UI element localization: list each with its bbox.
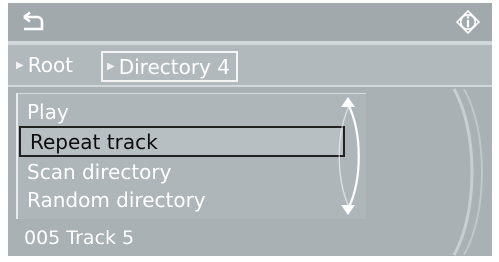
controller-arc-decoration (452, 88, 483, 256)
divider (8, 85, 492, 87)
now-playing-track: 005 Track 5 (24, 227, 135, 249)
breadcrumb-item-directory[interactable]: ▶ Directory 4 (101, 51, 238, 82)
triangle-right-icon: ▶ (107, 61, 115, 72)
menu-item-label: Repeat track (30, 129, 158, 154)
idrive-screen: ▶ Root ▶ Directory 4 Play Repeat track S… (8, 3, 492, 256)
triangle-right-icon: ▶ (16, 59, 24, 71)
menu-item-label: Random directory (27, 188, 206, 212)
menu-item-play[interactable]: Play (18, 98, 336, 126)
chevron-up-icon[interactable] (336, 96, 360, 108)
top-bar (8, 3, 492, 41)
info-icon[interactable] (456, 10, 480, 34)
menu-item-scan-directory[interactable]: Scan directory (18, 158, 336, 186)
menu-item-repeat-track[interactable]: Repeat track (19, 126, 345, 157)
options-menu: Play Repeat track Scan directory Random … (16, 93, 366, 219)
menu-item-label: Play (27, 100, 69, 124)
breadcrumb-label: Root (27, 53, 74, 77)
menu-item-label: Scan directory (27, 160, 172, 184)
breadcrumb-label: Directory 4 (118, 54, 230, 79)
breadcrumb: ▶ Root ▶ Directory 4 (8, 45, 492, 85)
scroll-indicator[interactable] (334, 94, 364, 219)
back-arrow-icon[interactable] (21, 11, 45, 33)
breadcrumb-item-root[interactable]: ▶ Root (16, 52, 73, 78)
menu-item-random-directory[interactable]: Random directory (18, 186, 336, 214)
chevron-down-icon[interactable] (336, 204, 360, 216)
